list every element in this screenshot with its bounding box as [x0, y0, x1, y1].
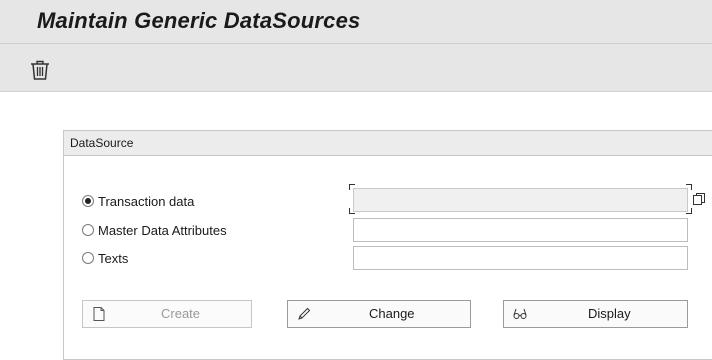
master-data-attributes-field[interactable]	[353, 218, 688, 242]
delete-button[interactable]	[28, 58, 52, 82]
display-button-label: Display	[588, 306, 631, 321]
focus-corner	[686, 208, 692, 214]
document-icon	[93, 307, 105, 321]
radio-button[interactable]	[82, 252, 94, 264]
change-button-label: Change	[369, 306, 415, 321]
focus-corner	[686, 184, 692, 190]
radio-master-data-attributes[interactable]: Master Data Attributes	[82, 221, 227, 239]
create-button-label: Create	[161, 306, 201, 321]
radio-label: Transaction data	[98, 193, 195, 209]
title-bar: Maintain Generic DataSources	[0, 0, 712, 44]
radio-texts[interactable]: Texts	[82, 249, 128, 267]
radio-transaction-data[interactable]: Transaction data	[82, 192, 194, 210]
transaction-data-field	[353, 188, 688, 212]
focus-corner	[349, 184, 355, 190]
focus-corner	[349, 208, 355, 214]
glasses-icon	[513, 308, 527, 319]
page-title: Maintain Generic DataSources	[37, 8, 361, 33]
copy-icon	[693, 193, 705, 205]
radio-label: Texts	[98, 250, 129, 266]
texts-field[interactable]	[353, 246, 688, 270]
radio-label: Master Data Attributes	[98, 222, 227, 238]
change-button[interactable]: Change	[287, 300, 471, 328]
create-button[interactable]: Create	[82, 300, 252, 328]
value-help-button[interactable]	[692, 192, 706, 206]
pencil-icon	[298, 307, 311, 320]
application-toolbar	[0, 44, 712, 92]
radio-button[interactable]	[82, 224, 94, 236]
trash-icon	[31, 60, 49, 80]
radio-button-selected[interactable]	[82, 195, 94, 207]
display-button[interactable]: Display	[503, 300, 688, 328]
datasource-group-title: DataSource	[64, 131, 712, 156]
